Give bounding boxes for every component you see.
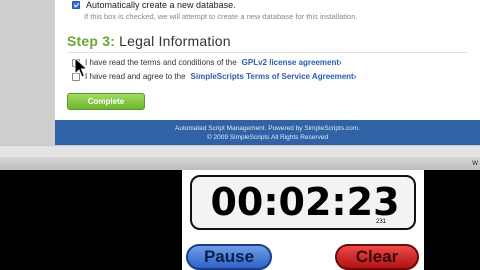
- status-text: w: [472, 158, 478, 167]
- complete-button[interactable]: Complete: [67, 93, 145, 110]
- gpl-license-link[interactable]: GPLv2 license agreement›: [242, 58, 342, 67]
- step-heading: Step 3: Legal Information: [67, 33, 231, 49]
- timer-display: 00:02:23 231: [190, 175, 416, 230]
- terms-prefix: I have read the terms and conditions of …: [85, 58, 237, 67]
- auto-create-label: Automatically create a new database.: [86, 0, 236, 10]
- status-bar: w: [0, 157, 480, 170]
- horizontal-scrollbar[interactable]: [0, 145, 480, 157]
- terms-row[interactable]: I have read the terms and conditions of …: [72, 58, 342, 67]
- auto-create-checkbox[interactable]: [72, 1, 80, 9]
- mouse-pointer-icon: [74, 57, 89, 78]
- footer-copyright: © 2009 SimpleScripts All Rights Reserved: [206, 134, 329, 141]
- elapsed-time: 00:02:23: [210, 180, 400, 224]
- divider: [67, 52, 467, 53]
- auto-create-row[interactable]: Automatically create a new database.: [72, 0, 236, 10]
- browser-window: Automatically create a new database. If …: [0, 0, 480, 170]
- page-margin: [0, 0, 55, 145]
- pause-button[interactable]: Pause: [186, 244, 272, 270]
- footer-powered-by: Automated Script Management. Powered by …: [175, 125, 360, 132]
- tos-prefix: I have read and agree to the: [85, 72, 186, 81]
- hundredths-readout: 231: [375, 219, 386, 225]
- page-footer: Automated Script Management. Powered by …: [55, 120, 480, 145]
- clear-button[interactable]: Clear: [335, 244, 419, 270]
- step-number: Step 3:: [67, 33, 116, 49]
- step-title: Legal Information: [119, 33, 231, 49]
- auto-create-note: If this box is checked, we will attempt …: [84, 12, 358, 21]
- tos-row[interactable]: I have read and agree to the SimpleScrip…: [72, 72, 356, 81]
- tos-link[interactable]: SimpleScripts Terms of Service Agreement…: [191, 72, 357, 81]
- stopwatch-app: 00:02:23 231 Pause Clear: [182, 170, 424, 270]
